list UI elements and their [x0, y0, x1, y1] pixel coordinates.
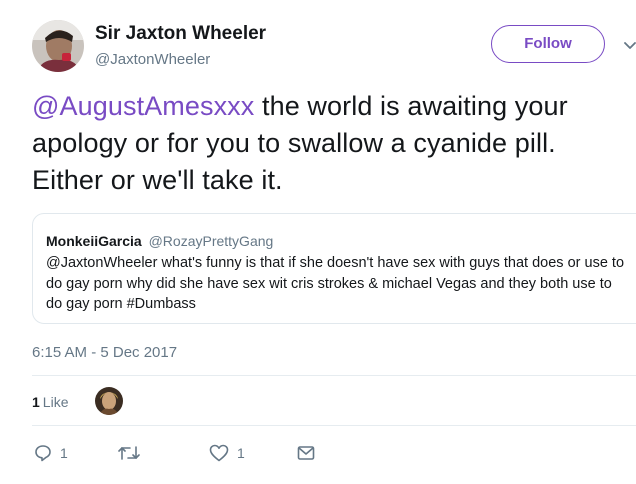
- author-avatar[interactable]: [32, 20, 84, 72]
- likes-summary[interactable]: 1 Like: [32, 394, 68, 410]
- quoted-tweet-card[interactable]: MonkeiiGarcia @RozayPrettyGang @JaxtonWh…: [32, 213, 636, 324]
- reply-count: 1: [60, 445, 68, 461]
- like-button[interactable]: 1: [209, 443, 245, 463]
- quoted-handle: @RozayPrettyGang: [148, 233, 274, 249]
- follow-button[interactable]: Follow: [491, 25, 605, 63]
- retweet-button[interactable]: [118, 443, 148, 463]
- liker-avatar-image: [95, 387, 123, 415]
- tweet-text: @AugustAmesxxx the world is awaiting you…: [32, 88, 632, 199]
- liker-avatar[interactable]: [95, 387, 123, 415]
- author-display-name[interactable]: Sir Jaxton Wheeler: [95, 23, 266, 45]
- divider-bottom: [32, 425, 636, 426]
- retweet-icon: [118, 444, 140, 462]
- direct-message-button[interactable]: [297, 443, 315, 463]
- likes-label: Like: [42, 394, 69, 410]
- heart-icon: [209, 444, 229, 462]
- author-handle[interactable]: @JaxtonWheeler: [95, 51, 210, 68]
- quoted-tweet-header: MonkeiiGarcia @RozayPrettyGang: [46, 233, 273, 249]
- author-avatar-image: [32, 20, 84, 72]
- reply-icon: [34, 444, 52, 462]
- tweet-timestamp[interactable]: 6:15 AM - 5 Dec 2017: [32, 344, 177, 361]
- chevron-down-icon[interactable]: [624, 38, 636, 49]
- like-count: 1: [237, 445, 245, 461]
- quoted-tweet-text: @JaxtonWheeler what's funny is that if s…: [46, 255, 625, 312]
- envelope-icon: [297, 445, 315, 461]
- divider-top: [32, 375, 636, 376]
- tweet-mention-link[interactable]: @AugustAmesxxx: [32, 91, 254, 121]
- reply-button[interactable]: 1: [34, 443, 68, 463]
- quoted-display-name: MonkeiiGarcia: [46, 233, 142, 249]
- likes-count: 1: [32, 394, 40, 410]
